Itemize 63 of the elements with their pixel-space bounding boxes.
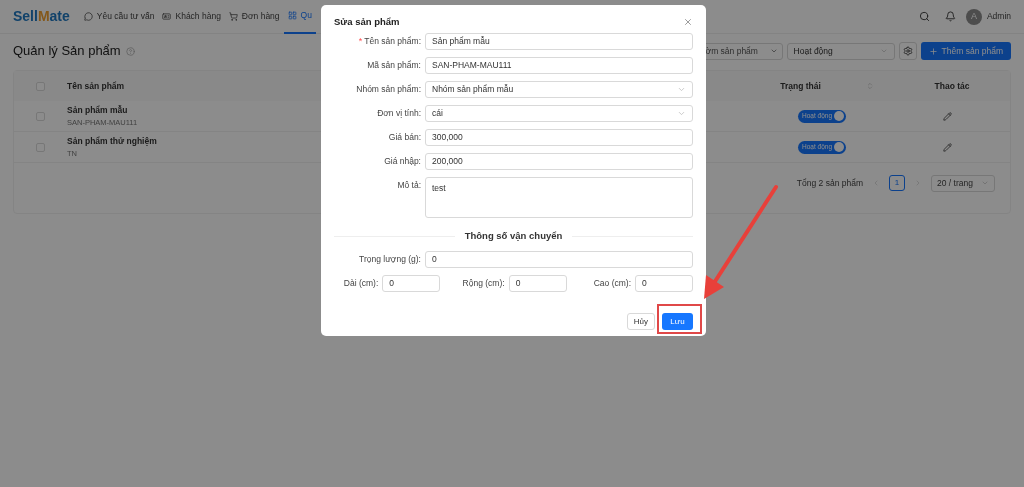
add-product-button[interactable]: Thêm sản phẩm (920, 42, 1011, 60)
chevron-down-icon (769, 47, 778, 55)
section-title: Thông số vận chuyển (464, 229, 563, 243)
column-header: Thao tác (934, 79, 970, 93)
save-button[interactable]: Lưu (662, 313, 693, 331)
field-label: Nhóm sản phẩm: (356, 83, 421, 96)
chat-icon (83, 12, 93, 21)
column-header: Tên sản phẩm (67, 79, 125, 93)
nav-tab[interactable]: Khách hàng (158, 0, 225, 34)
settings-button[interactable] (898, 42, 917, 60)
page-title: Quản lý Sản phẩm (13, 42, 121, 61)
chevron-down-icon (879, 47, 888, 55)
plus-icon (928, 46, 938, 56)
text-field[interactable]: SAN-PHAM-MAU111 (425, 57, 693, 74)
product-name: Sản phẩm thử nghiệm (67, 135, 157, 148)
close-icon[interactable] (683, 17, 693, 27)
product-name: Sản phẩm mẫu (67, 104, 128, 117)
search-icon[interactable] (918, 11, 930, 22)
nav-tab[interactable]: Yêu cầu tư vấn (79, 0, 159, 34)
field-label: Cao (cm): (593, 277, 631, 291)
status-select[interactable]: Hoạt động (786, 42, 895, 60)
page-button[interactable]: 1 (889, 175, 905, 191)
field-label: Đơn vị tính: (377, 107, 421, 120)
grid-icon (287, 11, 297, 20)
field-label: Giá nhập: (384, 155, 421, 168)
field-label: Dài (cm): (343, 277, 379, 291)
help-icon[interactable] (125, 46, 135, 56)
nav-tab[interactable]: Qu (283, 0, 316, 34)
field-label: Giá bán: (388, 131, 421, 144)
textarea-field[interactable]: test (425, 177, 693, 218)
chevron-down-icon (981, 179, 989, 187)
number-field[interactable]: 0 (635, 275, 693, 293)
page-size-select[interactable]: 20 / trang (931, 174, 995, 192)
highlight-box (657, 304, 702, 334)
chevron-down-icon (677, 85, 686, 94)
text-field[interactable]: Sản phẩm mẫu (425, 33, 693, 50)
modal-title: Sửa sản phẩm (334, 14, 400, 29)
text-field[interactable]: 200,000 (425, 153, 693, 170)
nav-tab[interactable]: Đơn hàng (224, 0, 284, 34)
text-field[interactable]: 300,000 (425, 129, 693, 146)
logo: SellMate (13, 7, 70, 26)
card-icon (162, 12, 172, 21)
column-header: Trạng thái (780, 79, 821, 93)
total-count: Tổng 2 sản phẩm (796, 176, 863, 190)
bell-icon[interactable] (944, 11, 956, 22)
field-label: Trọng lượng (g): (359, 253, 421, 267)
edit-icon[interactable] (942, 111, 952, 121)
text-field[interactable]: 0 (425, 251, 693, 269)
number-field[interactable]: 0 (508, 275, 567, 293)
number-field[interactable]: 0 (382, 275, 441, 293)
settings-icon (902, 46, 913, 56)
field-label: Mã sản phẩm: (367, 59, 421, 72)
cart-icon (228, 12, 238, 21)
field-label: Mô tả: (397, 179, 421, 192)
select-field[interactable]: Nhóm sản phẩm mẫu (425, 81, 693, 98)
chevron-down-icon (677, 109, 686, 118)
required-mark: * (358, 37, 363, 46)
user-name: Admin (986, 10, 1011, 23)
field-label: Tên sản phẩm: (364, 35, 421, 48)
select-field[interactable]: cái (425, 105, 693, 122)
cancel-button[interactable]: Hủy (626, 313, 655, 331)
edit-icon[interactable] (942, 142, 952, 152)
field-label: Rộng (cm): (462, 277, 505, 291)
